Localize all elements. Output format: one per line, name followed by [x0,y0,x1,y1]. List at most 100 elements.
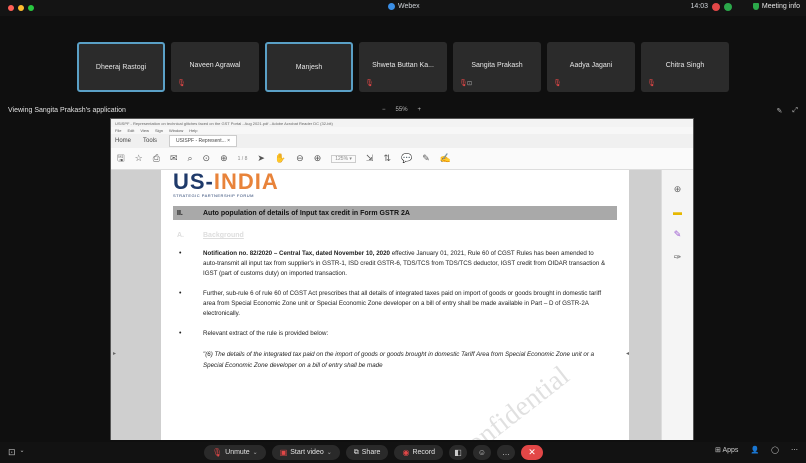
minimize-window-button[interactable] [18,5,24,11]
more-options-button[interactable]: … [497,445,516,460]
chevron-down-icon[interactable]: ⌄ [20,447,25,458]
share-button[interactable]: ⧉ Share [345,445,389,460]
bullet-item: • Notification no. 82/2020 – Central Tax… [179,250,606,277]
participant-tile[interactable]: Sangita Prakash 🎙 ⊡ [453,42,541,92]
security-button[interactable]: ◧ [449,445,468,460]
record-icon: ◉ [402,448,410,457]
zoom-out-button[interactable]: − [382,107,386,113]
zoom-tool-icon[interactable]: ⊕ [674,184,682,195]
select-tool-icon[interactable]: ➤ [257,153,265,164]
bullet-text: Relevant extract of the rule is provided… [203,330,329,337]
page-indicator[interactable]: 1 / 8 [238,156,248,162]
fit-icon[interactable]: ⇲ [366,153,374,164]
right-panel-arrow-icon[interactable]: ◂ [626,350,629,357]
participant-tile[interactable]: Dheeraj Rastogi [77,42,165,92]
participants-icon[interactable]: 👤 [750,446,759,454]
page-up-icon[interactable]: ⊙ [203,153,211,164]
start-video-button[interactable]: ▣ Start video ⌄ [271,445,340,460]
more-tools-icon[interactable]: ✑ [674,252,682,263]
layout-icon[interactable]: ⊡ [8,447,16,458]
participant-tile[interactable]: Naveen Agrawal 🎙 [171,42,259,92]
lock-icon: ◧ [454,448,462,457]
participant-name: Aadya Jagani [569,62,613,69]
tab-home[interactable]: Home [115,138,131,144]
subsection-letter: A. [177,232,184,239]
zoom-in-tool-icon[interactable]: ⊕ [314,153,322,164]
apps-button[interactable]: ⊞ Apps [715,446,738,454]
meeting-info-button[interactable]: Meeting info [752,3,800,10]
usispf-logo: US-INDIA [173,170,279,194]
acrobat-right-panel: ⊕ ▬ ✎ ✑ [661,170,693,440]
hand-tool-icon[interactable]: ✋ [275,153,286,164]
meeting-controls-bar: ⊡ ⌄ 🎙 Unmute ⌄ ▣ Start video ⌄ ⧉ Share ◉… [0,442,806,463]
logo-subtitle: STRATEGIC PARTNERSHIP FORUM [173,193,254,198]
comment-icon[interactable]: 💬 [401,153,412,164]
zoom-out-tool-icon[interactable]: ⊖ [296,153,304,164]
subsection-title: Background [203,232,244,239]
more-icon: … [502,448,511,457]
shield-icon [752,3,759,10]
menu-item[interactable]: Edit [127,128,134,133]
status-icons [712,3,732,11]
title-bar: Webex 14:03 Meeting info [0,0,806,16]
unmute-label: Unmute [225,449,250,456]
end-call-button[interactable]: ✕ [521,445,544,460]
connection-status-icon [724,3,732,11]
bullet-bold-text: Notification no. 82/2020 – Central Tax, … [203,250,390,257]
chevron-down-icon[interactable]: ⌄ [327,449,332,456]
print-icon[interactable]: ⎙ [153,153,160,164]
left-panel-arrow-icon[interactable]: ▸ [113,350,116,357]
participant-name: Sangita Prakash [471,62,523,69]
chevron-down-icon[interactable]: ⌄ [253,449,258,456]
participant-name: Manjesh [295,64,323,71]
mic-muted-icon: 🎙 [647,80,656,87]
zoom-in-button[interactable]: + [418,107,422,113]
menu-item[interactable]: File [115,128,121,133]
participant-tile[interactable]: Manjesh [265,42,353,92]
bullet-text: Further, sub-rule 6 of rule 60 of CGST A… [203,290,602,317]
zoom-level[interactable]: 55% [396,107,408,113]
menu-item[interactable]: Sign [155,128,163,133]
menu-item[interactable]: Help [189,128,197,133]
menu-item[interactable]: Window [169,128,183,133]
webex-logo-icon [388,3,395,10]
search-icon[interactable]: ⌕ [188,153,193,164]
viewing-bar: Viewing Sangita Prakash's application − … [0,104,806,118]
layout-selector[interactable]: ⊡ ⌄ [8,447,25,458]
acrobat-menu-bar: File Edit View Sign Window Help [111,127,693,134]
zoom-dropdown[interactable]: 125% ▾ [331,154,356,163]
tab-tools[interactable]: Tools [143,138,157,144]
comment-panel-icon[interactable]: ▬ [673,207,682,217]
participant-tile[interactable]: Shweta Buttan Ka... 🎙 [359,42,447,92]
reactions-button[interactable]: ☺ [473,445,492,460]
bookmark-icon[interactable]: ☆ [135,153,143,164]
email-icon[interactable]: ✉ [170,153,178,164]
share-zoom-control[interactable]: − 55% + [382,107,421,113]
menu-item[interactable]: View [140,128,149,133]
mic-muted-icon: 🎙 [553,80,562,87]
meeting-clock: 14:03 [690,3,708,10]
more-panels-icon[interactable]: ⋯ [791,446,798,454]
participant-tile[interactable]: Aadya Jagani 🎙 [547,42,635,92]
chat-icon[interactable]: ◯ [771,446,779,454]
unmute-button[interactable]: 🎙 Unmute ⌄ [204,445,266,460]
mic-muted-icon: 🎙 [177,80,186,87]
page-down-icon[interactable]: ⊕ [220,153,228,164]
participant-name: Naveen Agrawal [189,62,241,69]
close-window-button[interactable] [8,5,14,11]
pen-icon[interactable]: ✎ [422,153,430,164]
annotate-icon[interactable]: ✎ [777,107,783,115]
participant-tile[interactable]: Chitra Singh 🎙 [641,42,729,92]
fill-sign-icon[interactable]: ✎ [674,229,682,240]
fullscreen-icon[interactable]: ⤢ [792,107,798,115]
mic-off-icon: 🎙 [212,448,223,457]
maximize-window-button[interactable] [28,5,34,11]
save-icon[interactable]: 🖫 [117,151,125,167]
record-button[interactable]: ◉ Record [394,445,444,460]
tab-document[interactable]: USISPF - Represent... × [169,135,238,147]
sign-icon[interactable]: ✍ [440,153,451,164]
document-area[interactable]: ▸ US-INDIA STRATEGIC PARTNERSHIP FORUM I… [111,170,663,440]
window-controls[interactable] [8,5,34,11]
participant-strip: Dheeraj Rastogi Naveen Agrawal 🎙 Manjesh Shw… [0,16,806,102]
scroll-mode-icon[interactable]: ⇅ [383,153,391,164]
